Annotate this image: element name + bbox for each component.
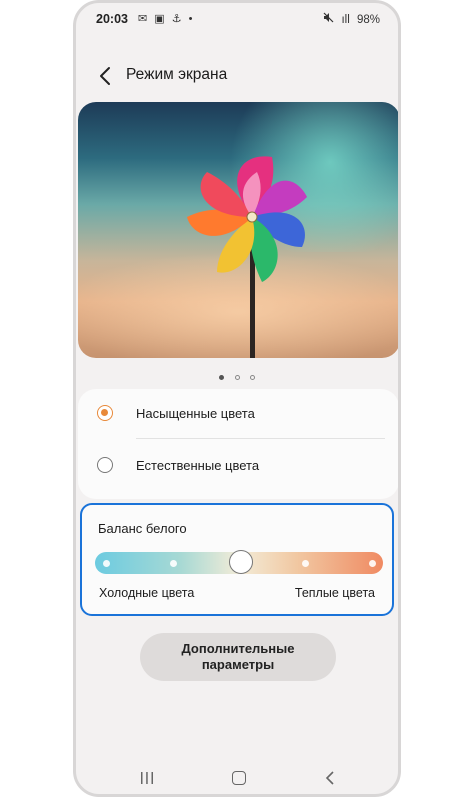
recent-apps-icon[interactable]	[140, 771, 154, 785]
radio-natural[interactable]	[97, 457, 113, 473]
screen-mode-options: Насыщенные цвета Естественные цвета	[78, 389, 398, 499]
page-indicator	[76, 367, 398, 385]
slider-thumb[interactable]	[229, 550, 253, 574]
cold-colors-label: Холодные цвета	[99, 586, 195, 600]
page-dot-3[interactable]	[249, 375, 255, 380]
option-natural-label: Естественные цвета	[136, 458, 260, 473]
option-vivid-label: Насыщенные цвета	[136, 406, 255, 421]
preview-image[interactable]	[78, 102, 398, 358]
white-balance-card: Баланс белого Холодные цвета Теплые цвет…	[80, 503, 394, 616]
slider-tick	[302, 560, 309, 567]
divider	[136, 438, 385, 439]
battery-level: 98%	[356, 14, 380, 26]
radio-vivid[interactable]	[97, 405, 113, 421]
page-dot-1[interactable]	[219, 375, 225, 380]
page-header: Режим экрана	[76, 63, 398, 91]
wifi-signal-icon: ıll	[341, 14, 350, 26]
page-dot-2[interactable]	[234, 375, 240, 380]
button-label-line2: параметры	[201, 657, 275, 672]
home-icon[interactable]	[232, 771, 246, 785]
notification-icons: ✉ ▣ ⚓ •	[138, 13, 195, 25]
page-title: Режим экрана	[126, 66, 228, 83]
nav-back-icon[interactable]	[324, 771, 336, 785]
slider-tick	[369, 560, 376, 567]
option-natural[interactable]: Естественные цвета	[78, 441, 398, 493]
option-vivid[interactable]: Насыщенные цвета	[78, 389, 398, 441]
status-bar: 20:03 ✉ ▣ ⚓ • ıll 98%	[76, 9, 398, 29]
status-time: 20:03	[96, 12, 128, 26]
status-right-icons: ıll 98%	[319, 12, 380, 26]
back-arrow-icon[interactable]	[96, 65, 116, 87]
slider-tick	[103, 560, 110, 567]
white-balance-title: Баланс белого	[98, 521, 187, 536]
navigation-bar	[76, 767, 398, 791]
button-label-line1: Дополнительные	[181, 641, 295, 656]
warm-colors-label: Теплые цвета	[294, 586, 375, 600]
phone-frame: 20:03 ✉ ▣ ⚓ • ıll 98% Режим экрана Насыщ…	[73, 0, 401, 797]
slider-tick	[170, 560, 177, 567]
pinwheel-illustration	[187, 156, 307, 358]
advanced-settings-button[interactable]: Дополнительные параметры	[140, 633, 336, 681]
white-balance-slider[interactable]	[95, 550, 383, 574]
mute-icon	[323, 12, 337, 26]
